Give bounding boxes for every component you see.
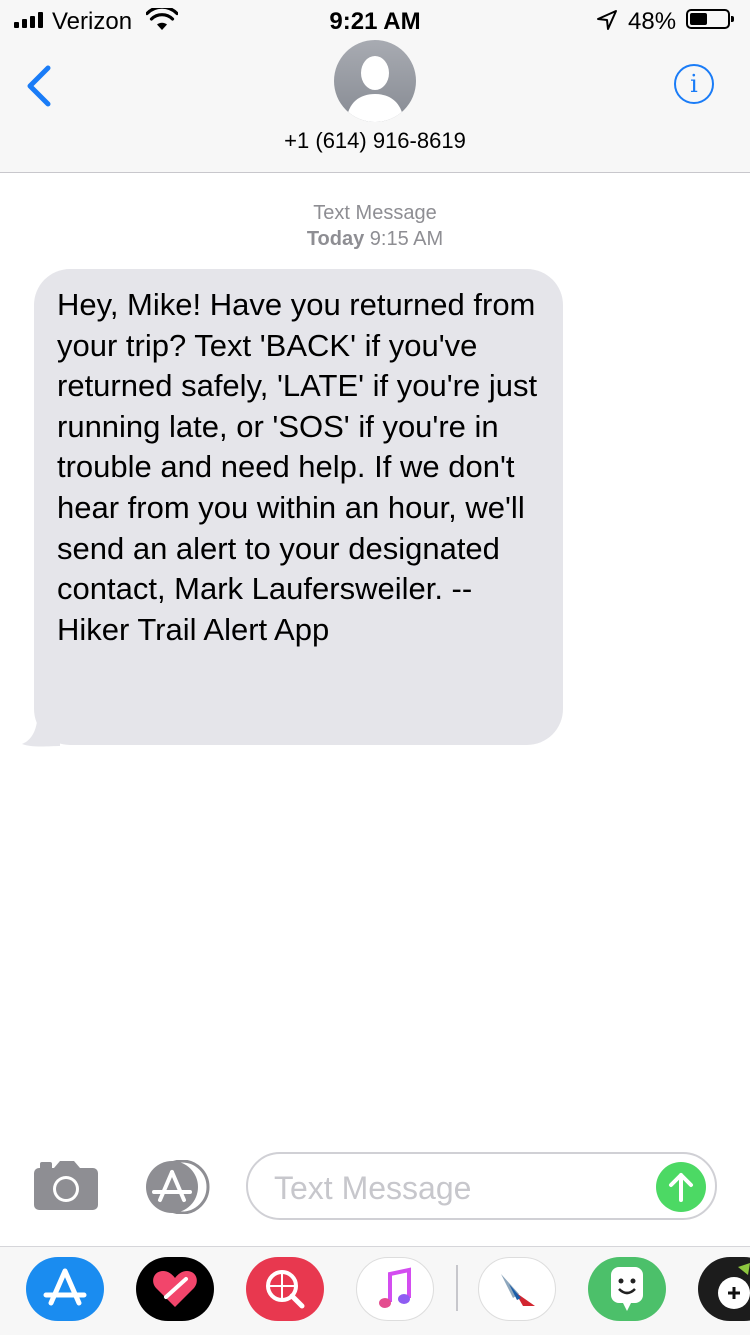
- battery-icon: [686, 9, 734, 29]
- app-store-app-icon[interactable]: [26, 1257, 104, 1321]
- imessage-app-drawer: [0, 1246, 750, 1335]
- person-silhouette-icon: [346, 56, 404, 122]
- drawer-divider: [456, 1265, 458, 1311]
- timestamp-time: 9:15 AM: [369, 228, 444, 250]
- battery-nub: [731, 16, 734, 22]
- timestamp-datetime: Today 9:15 AM: [0, 226, 750, 252]
- music-app-icon[interactable]: [356, 1257, 434, 1321]
- send-arrow-icon: [669, 1173, 693, 1202]
- battery-percentage: 48%: [628, 8, 677, 35]
- message-input[interactable]: Text Message: [246, 1152, 717, 1220]
- timestamp-day: Today: [306, 228, 365, 250]
- status-bar: Verizon 9:21 AM 48%: [0, 0, 750, 40]
- message-input-placeholder: Text Message: [274, 1170, 472, 1206]
- game-app-icon[interactable]: [698, 1257, 750, 1321]
- digital-touch-app-icon[interactable]: [136, 1257, 214, 1321]
- location-arrow-icon: [597, 10, 617, 30]
- timestamp-label: Text Message: [313, 202, 437, 224]
- conversation-header: +1 (614) 916-8619 i: [0, 40, 750, 173]
- incoming-message-bubble[interactable]: Hey, Mike! Have you returned from your t…: [34, 269, 563, 745]
- send-button[interactable]: [656, 1162, 706, 1212]
- message-text: Hey, Mike! Have you returned from your t…: [57, 287, 538, 647]
- camera-icon[interactable]: [34, 1160, 98, 1210]
- web-images-app-icon[interactable]: [246, 1257, 324, 1321]
- info-button[interactable]: i: [674, 64, 714, 104]
- battery-fill: [690, 13, 707, 25]
- message-timestamp: Text Message Today 9:15 AM: [0, 200, 750, 252]
- bitmoji-app-icon[interactable]: [588, 1257, 666, 1321]
- contact-avatar[interactable]: [334, 40, 416, 122]
- contact-number[interactable]: +1 (614) 916-8619: [0, 128, 750, 154]
- back-chevron-icon[interactable]: [22, 62, 56, 110]
- info-icon: i: [690, 70, 698, 98]
- american-airlines-app-icon[interactable]: [478, 1257, 556, 1321]
- app-store-icon[interactable]: [140, 1160, 212, 1214]
